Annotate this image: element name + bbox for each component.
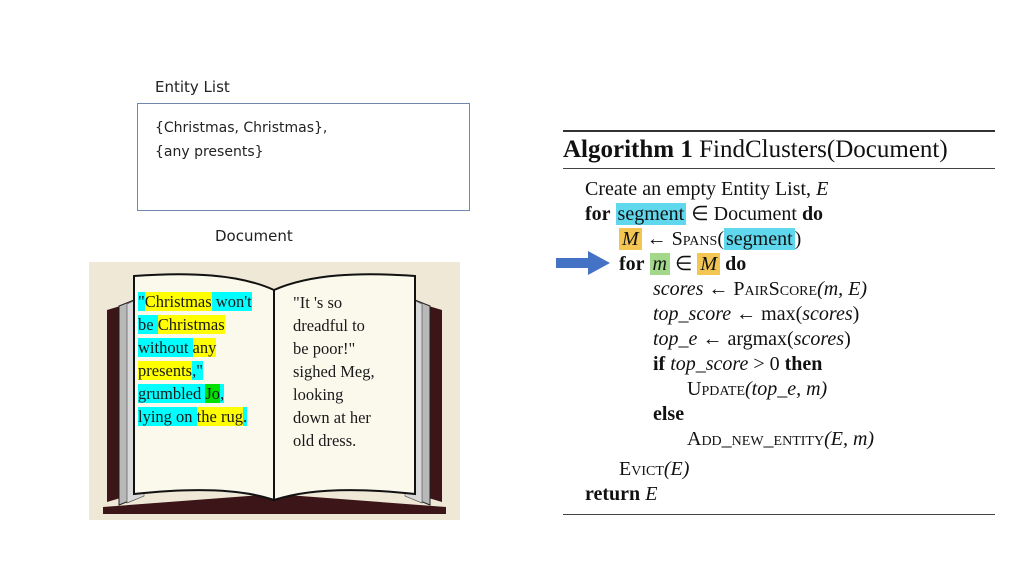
- highlighted-span: ,: [220, 384, 225, 403]
- algo-line-9: Update(top_e, m): [687, 378, 828, 400]
- highlighted-span: the rug: [196, 407, 243, 426]
- highlighted-span: Jo: [205, 384, 221, 403]
- segment-highlight: segment: [615, 203, 687, 225]
- left-page-line: grumbled Jo,: [138, 382, 273, 405]
- highlighted-span: presents: [138, 361, 193, 380]
- highlighted-span: Christmas: [157, 315, 225, 334]
- m-highlight: m: [649, 253, 670, 275]
- algo-line-2: for segment ∈ Document do: [585, 203, 824, 225]
- right-page-line: old dress.: [293, 431, 357, 450]
- algo-line-5: scores ← PairScore(m, E): [653, 278, 868, 300]
- book-right-page-text: "It 's so dreadful to be poor!" sighed Meg,…: [293, 291, 403, 452]
- entity-list-line: {any presents}: [155, 144, 264, 160]
- right-page-line: sighed Meg,: [293, 362, 375, 381]
- algorithm-block: Algorithm 1 FindClusters(Document) Creat…: [563, 130, 995, 515]
- highlighted-span: ": [138, 292, 145, 311]
- algo-line-8: if top_score > 0 then: [653, 353, 823, 375]
- document-title: Document: [215, 227, 293, 245]
- book-left-page-text: "Christmas won't be Christmas without any…: [138, 290, 273, 428]
- left-page-line: presents,": [138, 359, 273, 382]
- algorithm-name: FindClusters(Document): [699, 136, 948, 163]
- algorithm-bottom-rule: [563, 514, 995, 515]
- algo-line-13: return E: [585, 483, 658, 505]
- algo-line-12: Evict(E): [619, 458, 690, 480]
- algorithm-label: Algorithm 1: [563, 136, 693, 163]
- entity-list-title: Entity List: [155, 78, 230, 96]
- highlighted-span: .: [242, 407, 248, 426]
- right-page-line: down at her: [293, 408, 371, 427]
- algo-line-4: for m ∈ M do: [619, 253, 747, 275]
- highlighted-span: any: [192, 338, 217, 357]
- right-page-line: be poor!": [293, 339, 356, 358]
- algo-line-1: Create an empty Entity List, E: [585, 178, 829, 200]
- right-page-line: dreadful to: [293, 316, 365, 335]
- highlighted-span: without: [138, 338, 193, 357]
- highlighted-span: Christmas: [144, 292, 212, 311]
- entity-list-line: {Christmas, Christmas},: [155, 120, 328, 136]
- right-page-line: looking: [293, 385, 344, 404]
- right-page-line: "It 's so: [293, 293, 343, 312]
- highlighted-span: ,": [192, 361, 203, 380]
- left-page-line: be Christmas: [138, 313, 273, 336]
- algo-line-11: Add_new_entity(E, m): [687, 428, 875, 450]
- left-page-line: lying on the rug.: [138, 405, 273, 428]
- segment-highlight: segment: [723, 228, 795, 250]
- algo-line-3: M ← Spans(segment): [619, 227, 801, 251]
- left-page-line: "Christmas won't: [138, 290, 273, 313]
- highlighted-span: be: [138, 315, 158, 334]
- M-highlight: M: [697, 253, 721, 275]
- algorithm-header: Algorithm 1 FindClusters(Document): [563, 132, 995, 168]
- algo-line-6: top_score ← max(scores): [653, 303, 860, 325]
- M-highlight: M: [619, 228, 642, 250]
- highlighted-span: lying on: [138, 407, 197, 426]
- algo-line-7: top_e ← argmax(scores): [653, 328, 851, 350]
- highlighted-span: won't: [211, 292, 252, 311]
- algo-line-10: else: [653, 403, 685, 425]
- entity-list-box: {Christmas, Christmas}, {any presents}: [137, 103, 470, 211]
- left-page-line: without any: [138, 336, 273, 359]
- highlighted-span: grumbled: [138, 384, 206, 403]
